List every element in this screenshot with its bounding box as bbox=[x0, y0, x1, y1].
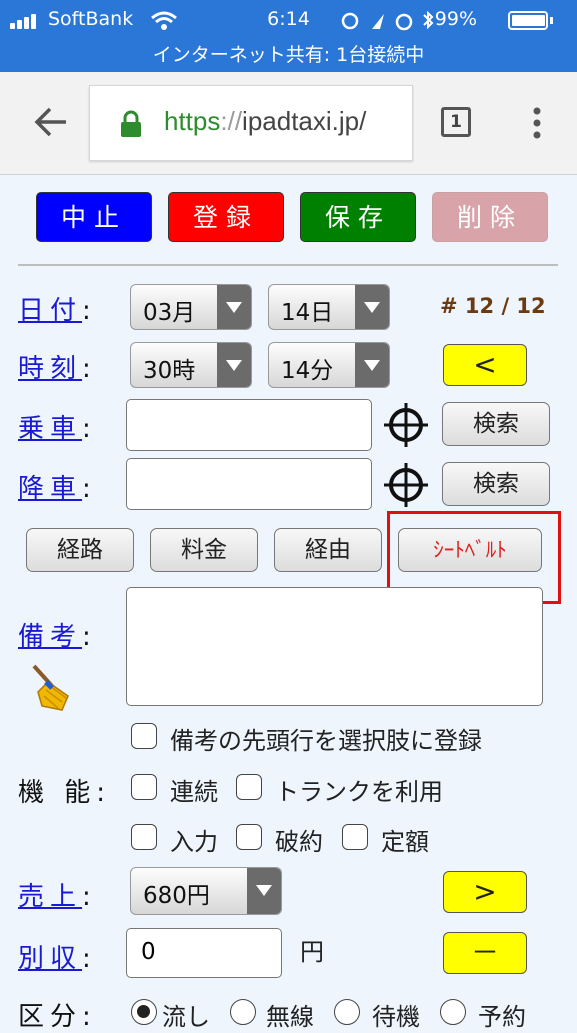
sales-select[interactable]: 680円 bbox=[130, 867, 282, 915]
browser-toolbar: https://ipadtaxi.jp/ 1 bbox=[0, 72, 577, 175]
time-label: 時刻: bbox=[18, 354, 91, 384]
chevron-down-icon bbox=[355, 343, 389, 387]
chevron-down-icon bbox=[217, 285, 251, 329]
dropoff-search-button[interactable]: 検索 bbox=[442, 462, 550, 506]
url-text: https://ipadtaxi.jp/ bbox=[164, 106, 367, 136]
memo-option-checkbox[interactable] bbox=[131, 723, 157, 749]
via-button[interactable]: 経由 bbox=[274, 528, 382, 572]
musen-label: 無線 bbox=[266, 1003, 314, 1031]
clock: 6:14 bbox=[267, 8, 310, 30]
hour-select[interactable]: 30時 bbox=[130, 342, 252, 388]
pickup-label: 乗車: bbox=[18, 414, 91, 444]
nagashi-label: 流し bbox=[162, 1003, 210, 1031]
memo-label: 備考: bbox=[18, 622, 91, 652]
chevron-down-icon bbox=[217, 343, 251, 387]
dropoff-link[interactable]: 降車 bbox=[18, 474, 82, 504]
other-income-link[interactable]: 別収 bbox=[18, 944, 82, 974]
address-bar[interactable]: https://ipadtaxi.jp/ bbox=[89, 85, 413, 161]
save-button[interactable]: 保存 bbox=[300, 192, 416, 242]
month-select[interactable]: 03月 bbox=[130, 284, 252, 330]
chevron-down-icon bbox=[247, 868, 281, 914]
pickup-search-button[interactable]: 検索 bbox=[442, 402, 550, 446]
battery-percent: 99% bbox=[434, 8, 477, 30]
route-button[interactable]: 経路 bbox=[26, 528, 134, 572]
lock-icon bbox=[121, 110, 141, 137]
status-icons bbox=[341, 11, 434, 31]
yoyaku-label: 予約 bbox=[478, 1003, 526, 1031]
fixed-checkbox[interactable] bbox=[342, 824, 368, 850]
time-link[interactable]: 時刻 bbox=[18, 354, 82, 384]
date-label: 日付: bbox=[18, 296, 91, 326]
radio-yoyaku[interactable] bbox=[440, 999, 466, 1025]
sales-label: 売上: bbox=[18, 882, 91, 912]
function-label: 機 能: bbox=[18, 778, 106, 808]
back-arrow-icon[interactable] bbox=[34, 106, 68, 138]
next-button[interactable]: > bbox=[443, 871, 527, 913]
radio-taiki[interactable] bbox=[334, 999, 360, 1025]
input-label: 入力 bbox=[170, 828, 218, 856]
status-bar: SoftBank 6:14 99% インターネット共有: 1台接続中 bbox=[0, 0, 577, 72]
battery-icon bbox=[508, 11, 548, 30]
category-label: 区分: bbox=[18, 1002, 91, 1032]
radio-nagashi[interactable] bbox=[131, 999, 157, 1025]
tab-switcher-button[interactable]: 1 bbox=[441, 107, 471, 137]
crosshair-icon[interactable] bbox=[382, 461, 430, 509]
sales-link[interactable]: 売上 bbox=[18, 882, 82, 912]
minute-select[interactable]: 14分 bbox=[268, 342, 390, 388]
menu-icon[interactable] bbox=[530, 106, 544, 140]
day-select[interactable]: 14日 bbox=[268, 284, 390, 330]
broom-icon[interactable] bbox=[28, 662, 76, 712]
tab-count: 1 bbox=[450, 112, 462, 132]
prev-button[interactable]: < bbox=[443, 344, 527, 386]
seatbelt-button[interactable]: ｼｰﾄﾍﾞﾙﾄ bbox=[398, 528, 542, 572]
taiki-label: 待機 bbox=[372, 1003, 420, 1031]
yen-unit: 円 bbox=[300, 938, 324, 966]
continuous-label: 連続 bbox=[170, 778, 218, 806]
cancel-label: 破約 bbox=[275, 828, 323, 856]
dropoff-label: 降車: bbox=[18, 474, 91, 504]
fare-button[interactable]: 料金 bbox=[150, 528, 258, 572]
minus-button[interactable]: － bbox=[443, 932, 527, 974]
pickup-link[interactable]: 乗車 bbox=[18, 414, 82, 444]
input-checkbox[interactable] bbox=[131, 824, 157, 850]
record-counter: # 12 / 12 bbox=[440, 294, 546, 318]
date-link[interactable]: 日付 bbox=[18, 296, 82, 326]
other-income-input[interactable]: 0 bbox=[126, 928, 282, 978]
continuous-checkbox[interactable] bbox=[131, 774, 157, 800]
memo-option-label: 備考の先頭行を選択肢に登録 bbox=[170, 727, 482, 755]
divider bbox=[18, 264, 558, 266]
pickup-input[interactable] bbox=[126, 399, 372, 451]
memo-link[interactable]: 備考 bbox=[18, 622, 82, 652]
trunk-label: トランクを利用 bbox=[275, 778, 443, 806]
chevron-down-icon bbox=[355, 285, 389, 329]
hotspot-banner[interactable]: インターネット共有: 1台接続中 bbox=[0, 40, 577, 67]
crosshair-icon[interactable] bbox=[382, 401, 430, 449]
memo-textarea[interactable] bbox=[126, 587, 543, 706]
delete-button[interactable]: 削除 bbox=[432, 192, 548, 242]
radio-musen[interactable] bbox=[230, 999, 256, 1025]
trunk-checkbox[interactable] bbox=[236, 774, 262, 800]
cancel-checkbox[interactable] bbox=[236, 824, 262, 850]
stop-button[interactable]: 中止 bbox=[36, 192, 152, 242]
dropoff-input[interactable] bbox=[126, 458, 372, 510]
other-income-label: 別収: bbox=[18, 944, 91, 974]
register-button[interactable]: 登録 bbox=[168, 192, 284, 242]
fixed-label: 定額 bbox=[381, 828, 429, 856]
